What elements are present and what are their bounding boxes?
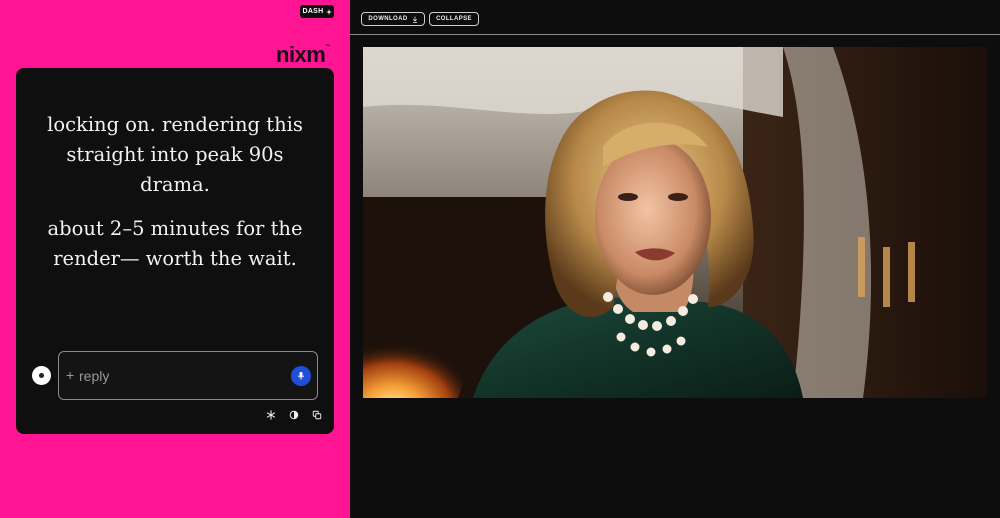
brand-logo: nixm™ [276,42,330,68]
assistant-message-1: locking on. rendering this straight into… [47,113,303,196]
copy-icon [312,410,321,419]
download-button[interactable]: DOWNLOAD [361,12,425,26]
download-icon [412,16,417,23]
dash-button[interactable]: DASH [300,5,334,18]
mic-icon [297,371,305,380]
avatar-dot-icon [39,373,44,378]
download-label: DOWNLOAD [368,16,408,22]
video-frame-image [363,47,987,398]
plus-icon[interactable]: + [66,367,74,383]
preview-toolbar: DOWNLOAD COLLAPSE [350,0,1000,35]
contrast-icon [289,410,298,419]
copy-button[interactable] [310,408,323,421]
assistant-message-2: about 2–5 minutes for the render— worth … [47,217,303,270]
reply-input[interactable] [79,366,279,386]
avatar[interactable] [32,366,51,385]
contrast-button[interactable] [287,408,300,421]
collapse-button[interactable]: COLLAPSE [429,12,479,26]
chat-card: locking on. rendering this straight into… [16,68,334,434]
sparkle-icon [325,8,332,15]
chat-tools [264,408,323,421]
video-preview[interactable] [363,47,987,398]
mic-button[interactable] [291,366,311,386]
logo-text: nixm [276,42,326,67]
dash-label: DASH [302,8,324,15]
snowflake-icon [266,409,275,420]
collapse-label: COLLAPSE [436,16,472,22]
logo-trademark: ™ [325,44,330,50]
preview-panel: DOWNLOAD COLLAPSE [350,0,1000,518]
left-panel: DASH nixm™ locking on. rendering this st… [0,0,350,518]
snowflake-button[interactable] [264,408,277,421]
reply-box: + [58,351,318,400]
